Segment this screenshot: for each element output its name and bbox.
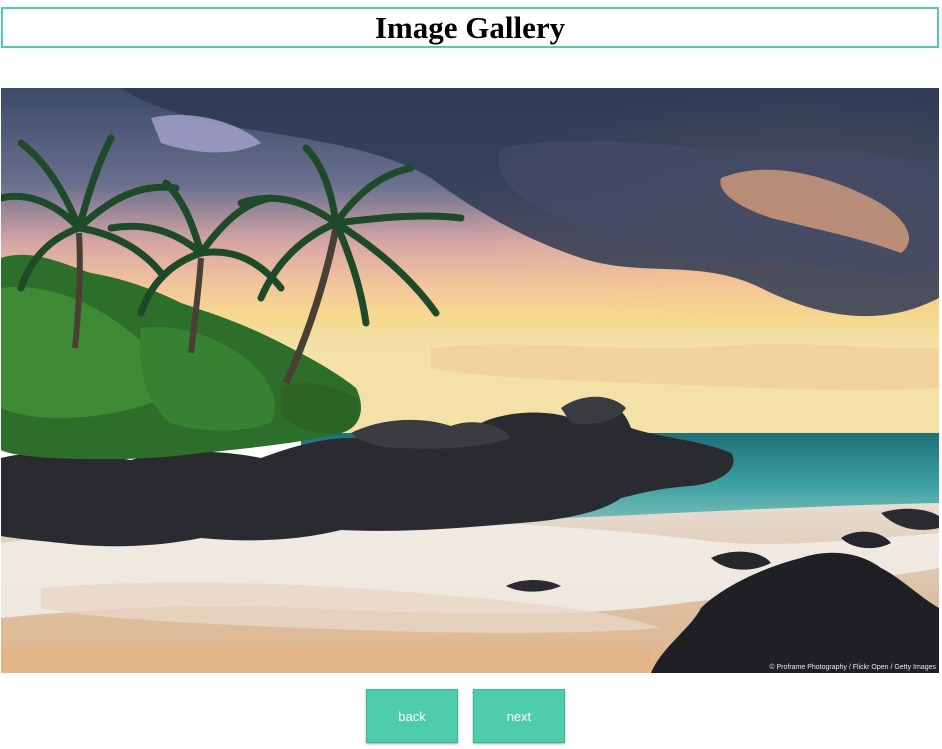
photo-credit: © Proframe Photography / Flickr Open / G…	[769, 664, 936, 671]
page-title-bar: Image Gallery	[1, 7, 939, 48]
gallery-image: © Proframe Photography / Flickr Open / G…	[1, 88, 939, 673]
back-button[interactable]: back	[366, 689, 458, 743]
next-button[interactable]: next	[473, 689, 565, 743]
page-title: Image Gallery	[374, 10, 566, 45]
beach-sunset-picture	[1, 88, 939, 673]
